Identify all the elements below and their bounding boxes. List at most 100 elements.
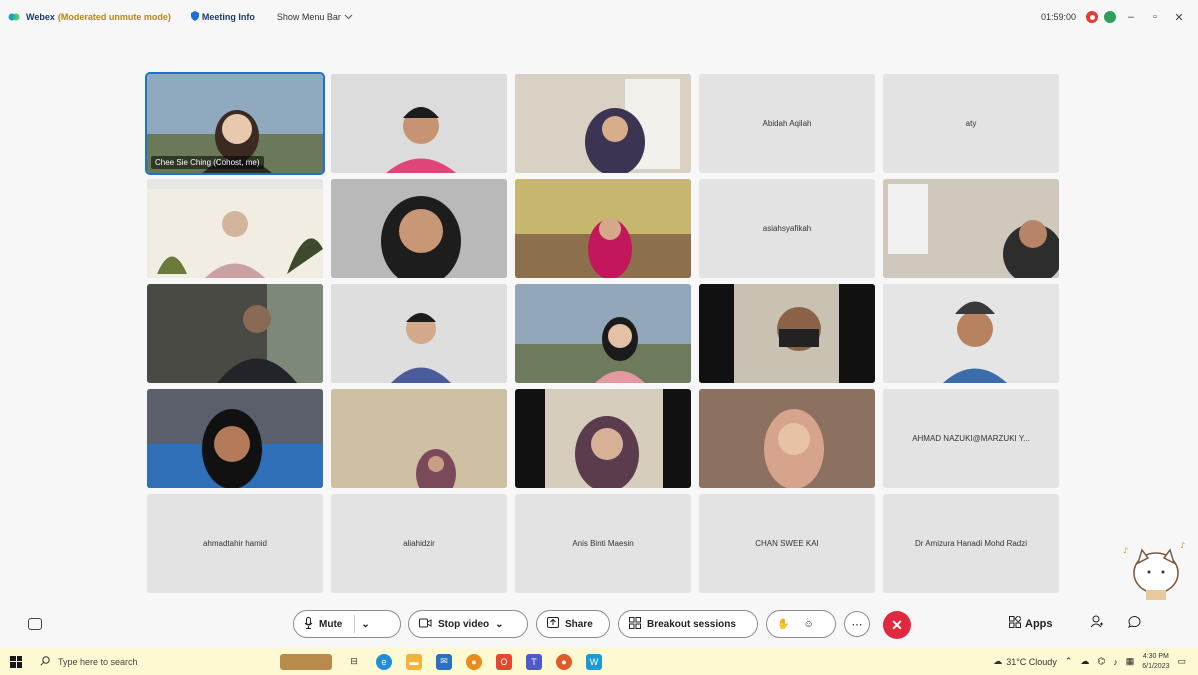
- meeting-mode: (Moderated unmute mode): [57, 12, 171, 22]
- breakout-sessions-button[interactable]: Breakout sessions: [618, 610, 758, 638]
- stop-video-button[interactable]: Stop video ⌄: [408, 610, 528, 638]
- taskbar-search[interactable]: Type here to search: [40, 655, 250, 668]
- participant-tile-abidah-aqilah[interactable]: Abidah Aqilah: [699, 74, 875, 173]
- participant-video: [515, 284, 691, 383]
- breakout-label: Breakout sessions: [647, 618, 736, 630]
- video-tile[interactable]: [699, 284, 875, 383]
- restore-button[interactable]: ▫: [1146, 11, 1164, 23]
- participant-tile-chan-swee-kai[interactable]: CHAN SWEE KAI: [699, 494, 875, 593]
- onedrive-icon[interactable]: ☁: [1080, 656, 1089, 667]
- video-tile[interactable]: [515, 284, 691, 383]
- video-tile[interactable]: [883, 179, 1059, 278]
- taskbar-thumbnail-icon[interactable]: [280, 653, 332, 670]
- participant-tile-anis-binti-maesin[interactable]: Anis Binti Maesin: [515, 494, 691, 593]
- connection-status-icon[interactable]: [1104, 11, 1116, 23]
- video-tile[interactable]: [515, 74, 691, 173]
- video-tile[interactable]: [331, 74, 507, 173]
- participant-name: aty: [965, 119, 977, 128]
- teams-icon[interactable]: T: [526, 653, 542, 670]
- video-tile[interactable]: [515, 179, 691, 278]
- mail-icon[interactable]: ✉: [436, 653, 452, 670]
- video-tile[interactable]: [515, 389, 691, 488]
- notification-icon[interactable]: ▭: [1177, 656, 1186, 667]
- chevron-down-icon: [344, 12, 353, 22]
- raise-hand-icon[interactable]: ✋: [777, 619, 789, 630]
- reactions-icon[interactable]: ☺: [803, 619, 813, 630]
- windows-start-icon[interactable]: [10, 655, 22, 668]
- language-icon[interactable]: ▦: [1126, 656, 1135, 667]
- participant-tile-asiahsyafikah[interactable]: asiahsyafikah: [699, 179, 875, 278]
- video-options-chevron-icon[interactable]: ⌄: [495, 619, 503, 630]
- more-options-button[interactable]: ⋯: [844, 611, 870, 637]
- apps-button[interactable]: Apps: [1009, 614, 1053, 631]
- breakout-icon: [629, 616, 641, 632]
- participant-name: aliahidzir: [403, 539, 435, 548]
- chrome-icon[interactable]: ●: [556, 653, 572, 670]
- participants-icon[interactable]: [1090, 615, 1104, 631]
- mute-button[interactable]: Mute ⌄: [293, 610, 401, 638]
- participant-tile-aty[interactable]: aty: [883, 74, 1059, 173]
- video-tile[interactable]: [331, 389, 507, 488]
- participant-tile-ahmadtahir-hamid[interactable]: ahmadtahir hamid: [147, 494, 323, 593]
- mute-options-chevron-icon[interactable]: ⌄: [361, 619, 369, 630]
- cloud-icon: ☁: [993, 656, 1003, 666]
- tray-overflow-chevron-icon[interactable]: ⌃: [1065, 656, 1073, 667]
- recording-icon[interactable]: [1086, 11, 1098, 23]
- info-shield-icon: [190, 11, 199, 23]
- title-bar: Webex (Moderated unmute mode) Meeting In…: [0, 0, 1198, 34]
- video-tile-self[interactable]: Chee Sie Ching (Cohost, me): [145, 72, 325, 175]
- video-camera-icon: [419, 618, 432, 631]
- windows-taskbar: Type here to search ⊟ e ▬ ✉ ● O T ● W ☁ …: [0, 648, 1198, 675]
- video-tile[interactable]: [699, 389, 875, 488]
- edge-browser-icon[interactable]: e: [376, 653, 392, 670]
- video-tile[interactable]: [883, 284, 1059, 383]
- file-explorer-icon[interactable]: ▬: [406, 653, 422, 670]
- participant-video: [147, 284, 323, 383]
- meeting-info-label: Meeting Info: [201, 12, 255, 22]
- show-menu-bar-button[interactable]: Show Menu Bar: [277, 12, 353, 22]
- chat-icon[interactable]: [1128, 615, 1141, 631]
- webex-taskbar-icon[interactable]: W: [586, 653, 602, 670]
- participant-tile-dr-amizura[interactable]: Dr Amizura Hanadi Mohd Radzi: [883, 494, 1059, 593]
- video-tile-shared-screen[interactable]: [147, 179, 323, 278]
- network-icon[interactable]: ⌬: [1097, 656, 1105, 667]
- search-icon: [40, 655, 50, 668]
- participant-video: [515, 389, 691, 488]
- weather-text: 31°C Cloudy: [1006, 656, 1057, 667]
- weather-widget[interactable]: ☁ 31°C Cloudy: [993, 656, 1057, 667]
- participant-video: [883, 284, 1059, 383]
- share-label: Share: [565, 618, 593, 630]
- webex-logo-icon: [8, 12, 20, 22]
- stop-video-label: Stop video: [438, 618, 490, 630]
- more-icon: ⋯: [851, 618, 863, 631]
- chrome-like-icon[interactable]: ●: [466, 653, 482, 670]
- participant-tile-aliahidzir[interactable]: aliahidzir: [331, 494, 507, 593]
- captions-icon[interactable]: [28, 618, 42, 630]
- video-tile[interactable]: [331, 284, 507, 383]
- participant-name: Dr Amizura Hanadi Mohd Radzi: [914, 539, 1028, 548]
- video-tile[interactable]: [147, 389, 323, 488]
- participant-tile-ahmad-nazuki[interactable]: AHMAD NAZUKI@MARZUKI Y...: [883, 389, 1059, 488]
- clock-time: 4:30 PM: [1142, 652, 1169, 660]
- participant-grid: Chee Sie Ching (Cohost, me) Abidah Aqila…: [145, 72, 1059, 593]
- svg-text:♪: ♪: [1123, 546, 1128, 555]
- video-tile[interactable]: [331, 179, 507, 278]
- minimize-button[interactable]: –: [1122, 11, 1140, 23]
- meeting-info-button[interactable]: Meeting Info: [190, 11, 255, 23]
- close-button[interactable]: ✕: [1170, 11, 1188, 24]
- office-icon[interactable]: O: [496, 653, 512, 670]
- participant-video: [331, 284, 507, 383]
- cat-sticker-icon: ♪ ♪: [1118, 528, 1192, 606]
- share-button[interactable]: Share: [536, 610, 610, 638]
- volume-icon[interactable]: ♪: [1113, 657, 1118, 667]
- reactions-group: ✋ ☺: [766, 610, 836, 638]
- share-icon: [547, 617, 559, 631]
- taskbar-clock[interactable]: 4:30 PM 6/1/2023: [1142, 652, 1169, 672]
- task-view-icon[interactable]: ⊟: [346, 654, 362, 670]
- participant-name: CHAN SWEE KAI: [755, 539, 819, 548]
- participant-video: [147, 389, 323, 488]
- video-tile[interactable]: [147, 284, 323, 383]
- leave-meeting-button[interactable]: ✕: [883, 611, 911, 639]
- participant-video: [331, 179, 507, 278]
- meeting-controls: Mute ⌄ Stop video ⌄ Share Breakout sessi…: [0, 606, 1198, 642]
